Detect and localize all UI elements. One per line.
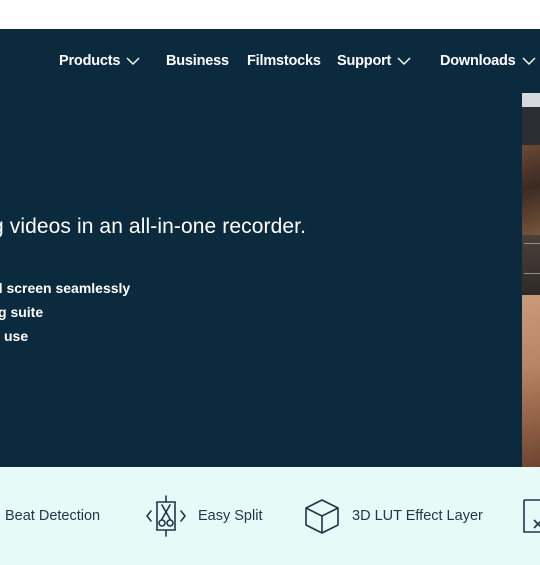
nav-item-downloads[interactable]: Downloads [440,51,536,71]
feature-label: Easy Split [198,508,263,524]
feature-beat-detection[interactable]: Beat Detection [5,467,100,565]
hero-bullet: g suite [0,304,44,320]
feature-strip: Beat Detection Easy Split 3D LUT Effect … [0,467,540,565]
nav-item-support[interactable]: Support [337,51,411,71]
nav-item-label: Support [337,53,392,69]
nav-item-filmstocks[interactable]: Filmstocks [247,51,321,71]
product-preview-image [522,93,540,467]
preview-divider [524,273,540,274]
hero-bullet: d screen seamlessly [0,280,131,296]
browser-top-strip [0,0,540,30]
hero-bullet: use [4,328,29,344]
nav-item-label: Business [166,53,229,69]
nav-item-label: Filmstocks [247,53,321,69]
file-icon [523,499,540,533]
nav-item-business[interactable]: Business [166,51,229,71]
chevron-down-icon [126,57,140,65]
preview-divider [524,243,540,244]
hero-bullet-list: d screen seamlessly g suite use [0,278,130,350]
nav-item-label: Downloads [440,53,516,69]
chevron-down-icon [522,57,536,65]
hero-headline: g videos in an all-in-one recorder. [0,215,307,238]
main-nav: Products Business Filmstocks Support Dow… [0,29,540,91]
preview-image-bottom [522,295,540,467]
feature-label: 3D LUT Effect Layer [352,508,483,524]
nav-item-label: Products [59,53,121,69]
chevron-down-icon [397,57,411,65]
preview-image-middle [522,235,540,295]
preview-image-top [522,145,540,235]
feature-3d-lut-effect-layer[interactable]: 3D LUT Effect Layer [304,467,483,565]
feature-next-item[interactable] [522,467,540,565]
feature-label: Beat Detection [5,508,101,524]
nav-item-products[interactable]: Products [59,51,140,71]
hero-section: Products Business Filmstocks Support Dow… [0,29,540,467]
scissors-icon [146,495,186,537]
feature-easy-split[interactable]: Easy Split [145,467,262,565]
cube-icon [305,499,339,534]
preview-window-bar [522,93,540,107]
